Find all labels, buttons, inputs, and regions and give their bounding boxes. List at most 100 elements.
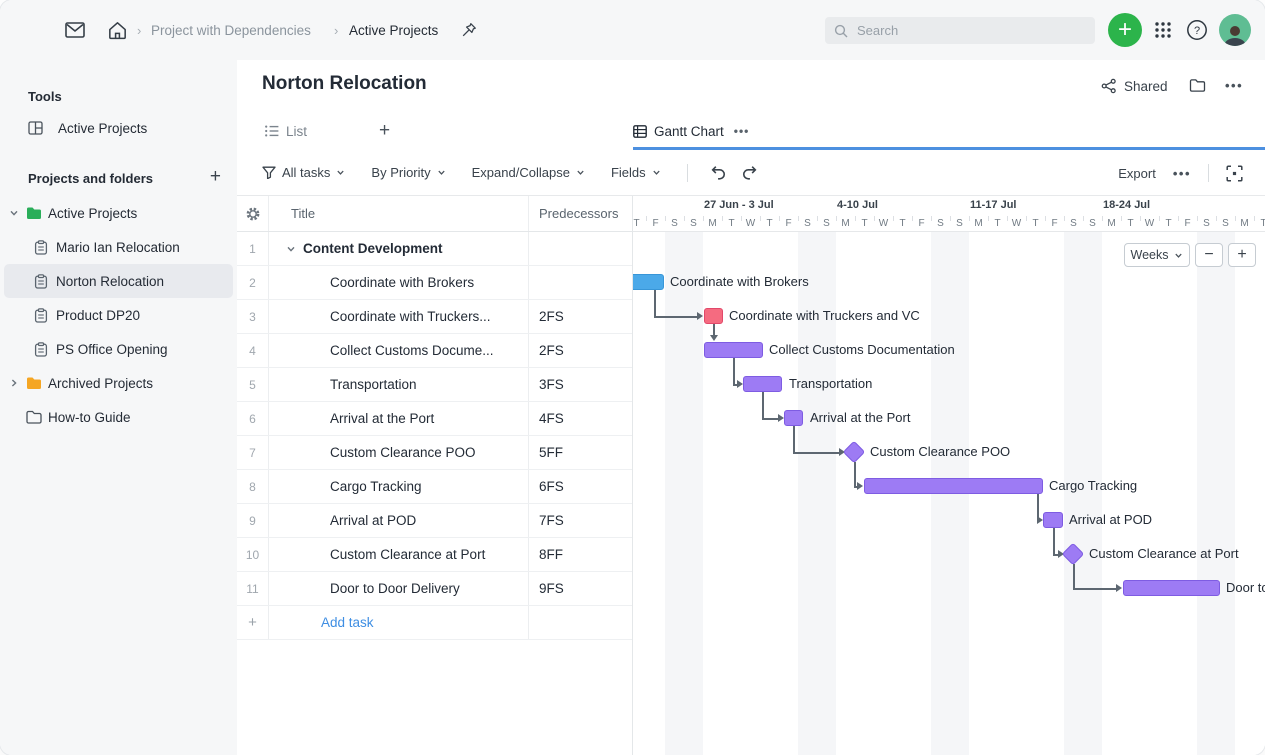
sidebar-item-norton-relocation[interactable]: Norton Relocation xyxy=(4,264,233,298)
tab-options-icon[interactable]: ••• xyxy=(734,124,750,138)
user-avatar[interactable] xyxy=(1219,14,1251,46)
apps-grid-icon[interactable] xyxy=(1152,19,1174,41)
gantt-zoom-controls: Weeks − + xyxy=(1124,243,1256,267)
gantt-bar-transportation[interactable] xyxy=(743,376,782,392)
gantt-bar-coordinate-with-brokers[interactable] xyxy=(633,274,664,290)
tab-gantt-chart[interactable]: Gantt Chart ••• xyxy=(633,112,1265,150)
gantt-bar-collect-customs-documentation[interactable] xyxy=(704,342,763,358)
table-row-custom-clearance-poo[interactable]: 7Custom Clearance POO5FF xyxy=(237,436,632,470)
gantt-day-letter: S xyxy=(1197,214,1216,232)
add-task-row[interactable]: + Add task xyxy=(237,606,632,640)
task-title-cell[interactable]: Coordinate with Truckers... xyxy=(268,300,528,333)
predecessor-cell[interactable]: 6FS xyxy=(528,470,632,503)
table-row-transportation[interactable]: 5Transportation3FS xyxy=(237,368,632,402)
hamburger-menu-icon[interactable] xyxy=(20,0,43,60)
sidebar-item-active-projects[interactable]: Active Projects xyxy=(4,196,233,230)
gantt-task-label: Door to Door Delivery xyxy=(1226,580,1265,596)
task-title-cell[interactable]: Transportation xyxy=(268,368,528,401)
add-task-link[interactable]: Add task xyxy=(268,606,528,639)
task-title-cell[interactable]: Custom Clearance POO xyxy=(268,436,528,469)
zoom-out-button[interactable]: − xyxy=(1195,243,1223,267)
table-settings-gear-icon[interactable] xyxy=(237,196,268,231)
table-row-collect-customs-docume[interactable]: 4Collect Customs Docume...2FS xyxy=(237,334,632,368)
undo-button[interactable] xyxy=(710,165,727,180)
task-title-cell[interactable]: Content Development xyxy=(268,232,528,265)
predecessor-cell[interactable]: 2FS xyxy=(528,300,632,333)
table-row-content-development[interactable]: 1Content Development xyxy=(237,232,632,266)
predecessor-cell[interactable]: 7FS xyxy=(528,504,632,537)
shared-button[interactable]: Shared xyxy=(1101,78,1168,94)
dependency-arrow-icon xyxy=(857,482,863,490)
fullscreen-icon[interactable] xyxy=(1226,165,1243,182)
task-title-cell[interactable]: Collect Customs Docume... xyxy=(268,334,528,367)
column-header-predecessors[interactable]: Predecessors xyxy=(528,196,632,231)
gantt-bar-cargo-tracking[interactable] xyxy=(864,478,1043,494)
task-title-cell[interactable]: Coordinate with Brokers xyxy=(268,266,528,299)
predecessor-cell[interactable]: 3FS xyxy=(528,368,632,401)
inbox-icon[interactable] xyxy=(63,0,87,60)
predecessor-cell[interactable]: 4FS xyxy=(528,402,632,435)
predecessor-cell[interactable]: 9FS xyxy=(528,572,632,605)
table-row-arrival-at-pod[interactable]: 9Arrival at POD7FS xyxy=(237,504,632,538)
task-title-cell[interactable]: Door to Door Delivery xyxy=(268,572,528,605)
dependency-arrow-icon xyxy=(697,312,703,320)
table-row-coordinate-with-truckers[interactable]: 3Coordinate with Truckers...2FS xyxy=(237,300,632,334)
table-row-arrival-at-the-port[interactable]: 6Arrival at the Port4FS xyxy=(237,402,632,436)
project-icon xyxy=(34,342,56,357)
help-icon[interactable]: ? xyxy=(1186,19,1208,41)
predecessor-cell[interactable] xyxy=(528,232,632,265)
toolbar-divider xyxy=(1208,164,1209,182)
zoom-in-button[interactable]: + xyxy=(1228,243,1256,267)
task-title-cell[interactable]: Cargo Tracking xyxy=(268,470,528,503)
add-project-button[interactable]: + xyxy=(210,166,221,188)
search-bar[interactable] xyxy=(825,17,1095,44)
sidebar-item-archived-projects[interactable]: Archived Projects xyxy=(4,366,233,400)
predecessor-cell[interactable] xyxy=(528,266,632,299)
column-header-title[interactable]: Title xyxy=(268,196,528,231)
predecessor-cell[interactable]: 8FF xyxy=(528,538,632,571)
table-row-cargo-tracking[interactable]: 8Cargo Tracking6FS xyxy=(237,470,632,504)
predecessor-cell[interactable]: 2FS xyxy=(528,334,632,367)
pin-icon[interactable] xyxy=(460,0,477,60)
project-more-menu[interactable]: ••• xyxy=(1225,78,1243,93)
shared-label: Shared xyxy=(1124,79,1168,94)
search-input[interactable] xyxy=(855,22,1086,39)
breadcrumb-root[interactable]: Project with Dependencies xyxy=(151,0,311,60)
sidebar-item-mario-ian-relocation[interactable]: Mario Ian Relocation xyxy=(4,230,233,264)
table-row-custom-clearance-at-port[interactable]: 10Custom Clearance at Port8FF xyxy=(237,538,632,572)
table-row-door-to-door-delivery[interactable]: 11Door to Door Delivery9FS xyxy=(237,572,632,606)
task-title-cell[interactable]: Arrival at POD xyxy=(268,504,528,537)
sidebar-item-how-to-guide[interactable]: How-to Guide xyxy=(4,400,233,434)
gantt-milestone-custom-clearance-poo[interactable] xyxy=(843,441,866,464)
gantt-bar-coordinate-with-truckers-and-vc[interactable] xyxy=(704,308,723,324)
tab-list[interactable]: List xyxy=(265,112,307,150)
task-title-cell[interactable]: Arrival at the Port xyxy=(268,402,528,435)
gantt-bar-arrival-at-the-port[interactable] xyxy=(784,410,803,426)
add-view-button[interactable]: + xyxy=(379,120,390,142)
redo-button[interactable] xyxy=(741,165,758,180)
chevron-down-icon[interactable] xyxy=(9,208,26,218)
task-title-cell[interactable]: Custom Clearance at Port xyxy=(268,538,528,571)
task-title-label: Custom Clearance POO xyxy=(330,445,476,460)
chevron-down-icon[interactable] xyxy=(286,244,296,254)
sidebar-item-active-projects[interactable]: Active Projects xyxy=(0,112,237,144)
sidebar-item-ps-office-opening[interactable]: PS Office Opening xyxy=(4,332,233,366)
breadcrumb-current[interactable]: Active Projects xyxy=(349,0,438,60)
toolbar-more-menu[interactable]: ••• xyxy=(1173,166,1191,181)
table-row-coordinate-with-brokers[interactable]: 2Coordinate with Brokers xyxy=(237,266,632,300)
gantt-bar-door-to-door-delivery[interactable] xyxy=(1123,580,1220,596)
filter-all-tasks-dropdown[interactable]: All tasks xyxy=(262,165,345,180)
chevron-right-icon[interactable] xyxy=(9,378,26,388)
fields-dropdown[interactable]: Fields xyxy=(611,165,661,180)
project-folder-button[interactable] xyxy=(1189,78,1206,93)
export-button[interactable]: Export xyxy=(1118,166,1156,181)
sidebar-item-product-dp20[interactable]: Product DP20 xyxy=(4,298,233,332)
create-new-button[interactable]: + xyxy=(1108,13,1142,47)
timescale-dropdown[interactable]: Weeks xyxy=(1124,243,1190,267)
dependency-connector xyxy=(793,426,795,452)
gantt-bar-arrival-at-pod[interactable] xyxy=(1043,512,1063,528)
home-icon[interactable] xyxy=(106,0,129,60)
predecessor-cell[interactable]: 5FF xyxy=(528,436,632,469)
sort-by-priority-dropdown[interactable]: By Priority xyxy=(371,165,445,180)
expand-collapse-dropdown[interactable]: Expand/Collapse xyxy=(472,165,585,180)
